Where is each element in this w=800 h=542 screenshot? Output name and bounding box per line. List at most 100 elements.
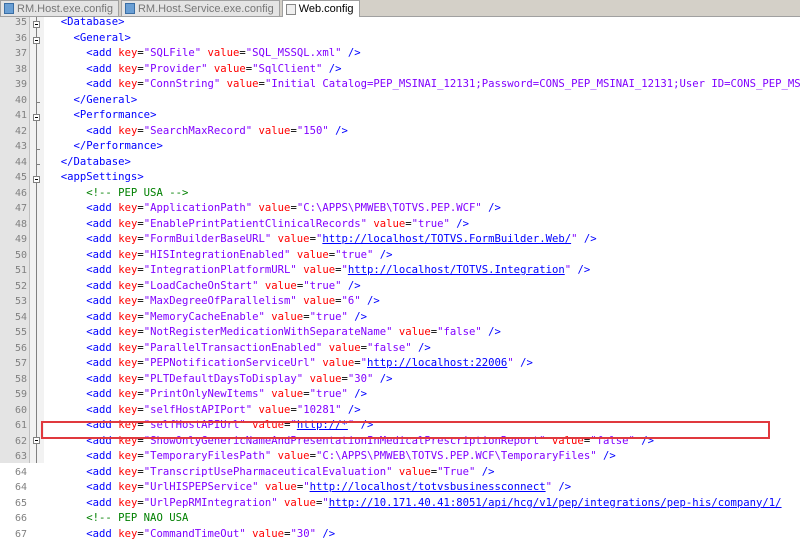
line-number: 39 — [0, 77, 27, 93]
code-line[interactable]: 43 </Performance> — [0, 139, 800, 155]
fold-toggle-icon[interactable] — [33, 21, 40, 28]
code-line[interactable]: 49 <add key="FormBuilderBaseURL" value="… — [0, 232, 800, 248]
line-number: 41 — [0, 108, 27, 124]
code-line[interactable]: 46 <!-- PEP USA --> — [0, 186, 800, 202]
line-number: 64 — [0, 465, 27, 481]
code-text: <add key="TemporaryFilesPath" value="C:\… — [48, 449, 616, 465]
code-text: <add key="EnablePrintPatientClinicalReco… — [48, 217, 469, 233]
line-number: 53 — [0, 294, 27, 310]
code-line[interactable]: 58 <add key="PLTDefaultDaysToDisplay" va… — [0, 372, 800, 388]
line-number: 40 — [0, 93, 27, 109]
code-text: <add key="NotRegisterMedicationWithSepar… — [48, 325, 501, 341]
code-text: <add key="SQLFile" value="SQL_MSSQL.xml"… — [48, 46, 361, 62]
line-number: 61 — [0, 418, 27, 434]
code-line[interactable]: 42 <add key="SearchMaxRecord" value="150… — [0, 124, 800, 140]
code-text: <Performance> — [48, 108, 156, 124]
line-number: 46 — [0, 186, 27, 202]
code-line[interactable]: 37 <add key="SQLFile" value="SQL_MSSQL.x… — [0, 46, 800, 62]
code-line[interactable]: 48 <add key="EnablePrintPatientClinicalR… — [0, 217, 800, 233]
line-number: 45 — [0, 170, 27, 186]
line-number: 56 — [0, 341, 27, 357]
code-text: </Performance> — [48, 139, 163, 155]
tab-label: RM.Host.Service.exe.config — [138, 3, 274, 15]
line-number: 59 — [0, 387, 27, 403]
code-line[interactable]: 36 <General> — [0, 31, 800, 47]
line-number: 35 — [0, 15, 27, 31]
code-line[interactable]: 39 <add key="ConnString" value="Initial … — [0, 77, 800, 93]
tab-label: RM.Host.exe.config — [17, 3, 113, 15]
code-text: <add key="MaxDegreeOfParallelism" value=… — [48, 294, 380, 310]
line-number: 67 — [0, 527, 27, 542]
code-line[interactable]: 66 <!-- PEP NAO USA — [0, 511, 800, 527]
line-number: 66 — [0, 511, 27, 527]
code-text: </General> — [48, 93, 137, 109]
code-text: <add key="ApplicationPath" value="C:\APP… — [48, 201, 501, 217]
code-line[interactable]: 56 <add key="ParallelTransactionEnabled"… — [0, 341, 800, 357]
code-text: <add key="UrlPepRMIntegration" value="ht… — [48, 496, 782, 512]
line-number: 52 — [0, 279, 27, 295]
code-line[interactable]: 64 <add key="UrlHISPEPService" value="ht… — [0, 480, 800, 496]
fold-end-marker — [36, 164, 40, 165]
line-number: 64 — [0, 480, 27, 496]
code-line[interactable]: 47 <add key="ApplicationPath" value="C:\… — [0, 201, 800, 217]
tab-label: Web.config — [299, 3, 354, 15]
line-number: 51 — [0, 263, 27, 279]
code-text: <add key="TranscriptUsePharmaceuticalEva… — [48, 465, 495, 481]
tab-rm-host-service-exe-config[interactable]: RM.Host.Service.exe.config — [121, 0, 280, 16]
code-line[interactable]: 60 <add key="selfHostAPIPort" value="102… — [0, 403, 800, 419]
code-line[interactable]: 38 <add key="Provider" value="SqlClient"… — [0, 62, 800, 78]
code-line[interactable]: 35 <Database> — [0, 15, 800, 31]
line-number: 63 — [0, 449, 27, 465]
line-number: 65 — [0, 496, 27, 512]
code-line[interactable]: 51 <add key="IntegrationPlatformURL" val… — [0, 263, 800, 279]
code-text: <add key="selfHostAPIPort" value="10281"… — [48, 403, 361, 419]
code-text: <add key="ConnString" value="Initial Cat… — [48, 77, 800, 93]
line-number: 47 — [0, 201, 27, 217]
fold-toggle-icon[interactable] — [33, 437, 40, 444]
code-line[interactable]: 67 <add key="CommandTimeOut" value="30" … — [0, 527, 800, 542]
line-number: 50 — [0, 248, 27, 264]
code-line[interactable]: 45 <appSettings> — [0, 170, 800, 186]
code-line[interactable]: 40 </General> — [0, 93, 800, 109]
line-number: 43 — [0, 139, 27, 155]
code-text: <add key="PEPNotificationServiceUrl" val… — [48, 356, 533, 372]
line-number: 36 — [0, 31, 27, 47]
code-text: <add key="PrintOnlyNewItems" value="true… — [48, 387, 367, 403]
code-line[interactable]: 53 <add key="MaxDegreeOfParallelism" val… — [0, 294, 800, 310]
fold-toggle-icon[interactable] — [33, 176, 40, 183]
line-number: 55 — [0, 325, 27, 341]
code-line[interactable]: 63 <add key="TemporaryFilesPath" value="… — [0, 449, 800, 465]
code-line[interactable]: 54 <add key="MemoryCacheEnable" value="t… — [0, 310, 800, 326]
code-line[interactable]: 65 <add key="UrlPepRMIntegration" value=… — [0, 496, 800, 512]
code-line[interactable]: 55 <add key="NotRegisterMedicationWithSe… — [0, 325, 800, 341]
code-line[interactable]: 44 </Database> — [0, 155, 800, 171]
line-number: 38 — [0, 62, 27, 78]
code-line[interactable]: 52 <add key="LoadCacheOnStart" value="tr… — [0, 279, 800, 295]
code-line[interactable]: 59 <add key="PrintOnlyNewItems" value="t… — [0, 387, 800, 403]
line-number: 62 — [0, 434, 27, 450]
line-number: 60 — [0, 403, 27, 419]
code-line[interactable]: 64 <add key="TranscriptUsePharmaceutical… — [0, 465, 800, 481]
tab-rm-host-exe-config[interactable]: RM.Host.exe.config — [0, 0, 119, 16]
code-editor[interactable]: 35 <Database>36 <General>37 <add key="SQ… — [0, 17, 800, 463]
line-number: 58 — [0, 372, 27, 388]
code-text: <appSettings> — [48, 170, 144, 186]
code-text: <!-- PEP USA --> — [48, 186, 188, 202]
code-text: <add key="LoadCacheOnStart" value="true"… — [48, 279, 361, 295]
fold-end-marker — [36, 102, 40, 103]
code-text: <add key="MemoryCacheEnable" value="true… — [48, 310, 367, 326]
highlight-box — [41, 421, 770, 439]
line-number: 54 — [0, 310, 27, 326]
code-text: <add key="FormBuilderBaseURL" value="htt… — [48, 232, 597, 248]
code-text: <add key="IntegrationPlatformURL" value=… — [48, 263, 590, 279]
code-line[interactable]: 57 <add key="PEPNotificationServiceUrl" … — [0, 356, 800, 372]
code-line[interactable]: 50 <add key="HISIntegrationEnabled" valu… — [0, 248, 800, 264]
fold-toggle-icon[interactable] — [33, 37, 40, 44]
file-icon — [286, 4, 296, 15]
code-text: <General> — [48, 31, 131, 47]
code-line[interactable]: 41 <Performance> — [0, 108, 800, 124]
code-text: <add key="SearchMaxRecord" value="150" /… — [48, 124, 348, 140]
fold-end-marker — [36, 149, 40, 150]
code-text: <add key="Provider" value="SqlClient" /> — [48, 62, 341, 78]
fold-toggle-icon[interactable] — [33, 114, 40, 121]
